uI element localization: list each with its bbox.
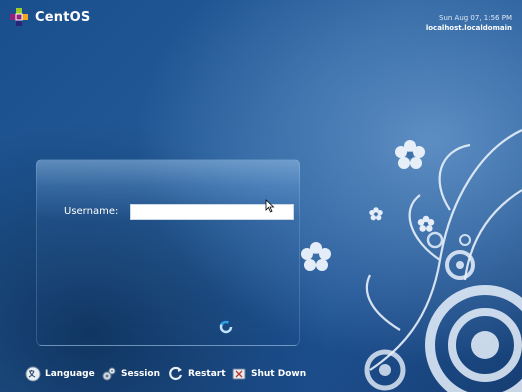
language-icon — [25, 366, 41, 382]
datetime: Sun Aug 07, 1:56 PM — [439, 14, 512, 22]
clock-area: Sun Aug 07, 1:56 PM localhost.localdomai… — [426, 13, 512, 33]
restart-icon — [169, 366, 183, 381]
centos-logo: CentOS — [9, 7, 90, 27]
restart-label: Restart — [188, 369, 226, 379]
decorative-swirls — [301, 129, 522, 392]
hostname: localhost.localdomain — [425, 24, 512, 32]
restart-button[interactable]: Restart — [168, 363, 226, 385]
username-label: Username: — [64, 206, 119, 217]
login-panel — [36, 159, 300, 346]
language-label: Language — [45, 369, 95, 379]
loading-spinner-icon — [219, 320, 233, 334]
session-icon — [102, 367, 116, 381]
session-button[interactable]: Session — [101, 363, 160, 385]
language-button[interactable]: Language — [25, 363, 95, 385]
bottom-action-bar: Language Session Restart Shut Down — [0, 363, 522, 385]
centos-logo-icon — [10, 8, 28, 26]
mouse-cursor-icon — [265, 199, 275, 213]
shutdown-label: Shut Down — [251, 369, 307, 379]
session-label: Session — [121, 369, 160, 379]
logo-text: CentOS — [35, 9, 91, 25]
shutdown-button[interactable]: Shut Down — [231, 363, 306, 385]
shutdown-icon — [232, 368, 246, 380]
